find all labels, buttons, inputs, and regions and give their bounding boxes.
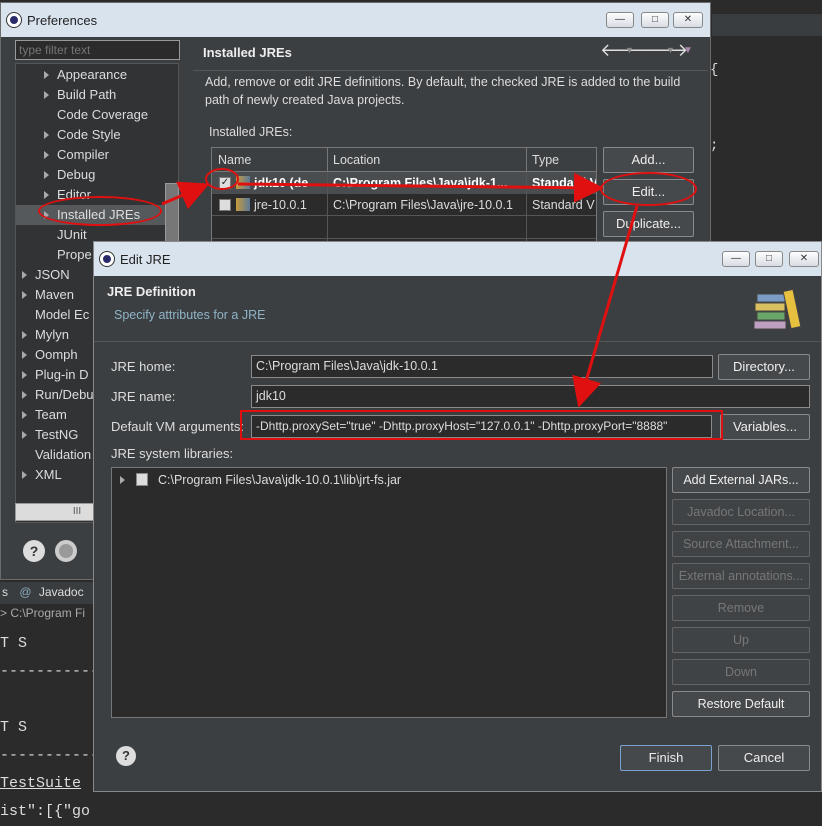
annotation-arrows [161, 172, 639, 408]
console-line: ist":[{"go [0, 803, 91, 820]
